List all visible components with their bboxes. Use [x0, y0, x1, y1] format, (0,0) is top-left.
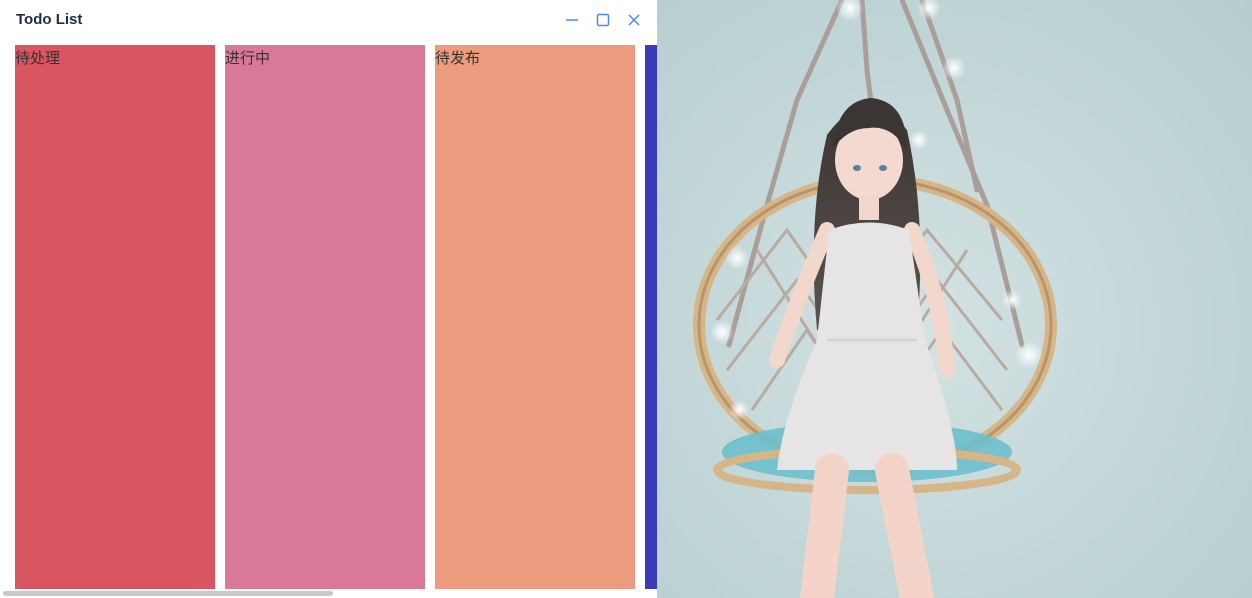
todo-window: Todo List 待处理 进行中 待发布	[0, 0, 657, 598]
column-title-in-progress: 进行中	[225, 49, 271, 67]
column-title-pending: 待处理	[15, 49, 61, 67]
close-button[interactable]	[624, 10, 644, 30]
maximize-button[interactable]	[593, 10, 613, 30]
column-in-progress[interactable]: 进行中	[225, 45, 425, 589]
minimize-button[interactable]	[562, 10, 582, 30]
close-icon	[624, 10, 644, 30]
column-to-release[interactable]: 待发布	[435, 45, 635, 589]
column-title-to-release: 待发布	[435, 49, 481, 67]
desktop-wallpaper	[657, 0, 1252, 598]
scrollbar-thumb[interactable]	[3, 591, 333, 596]
column-partial[interactable]	[645, 45, 657, 589]
maximize-icon	[593, 10, 613, 30]
wallpaper-illustration	[693, 0, 1057, 598]
minimize-icon	[562, 10, 582, 30]
column-pending[interactable]: 待处理	[15, 45, 215, 589]
title-bar[interactable]: Todo List	[0, 0, 657, 42]
window-title: Todo List	[16, 11, 83, 28]
